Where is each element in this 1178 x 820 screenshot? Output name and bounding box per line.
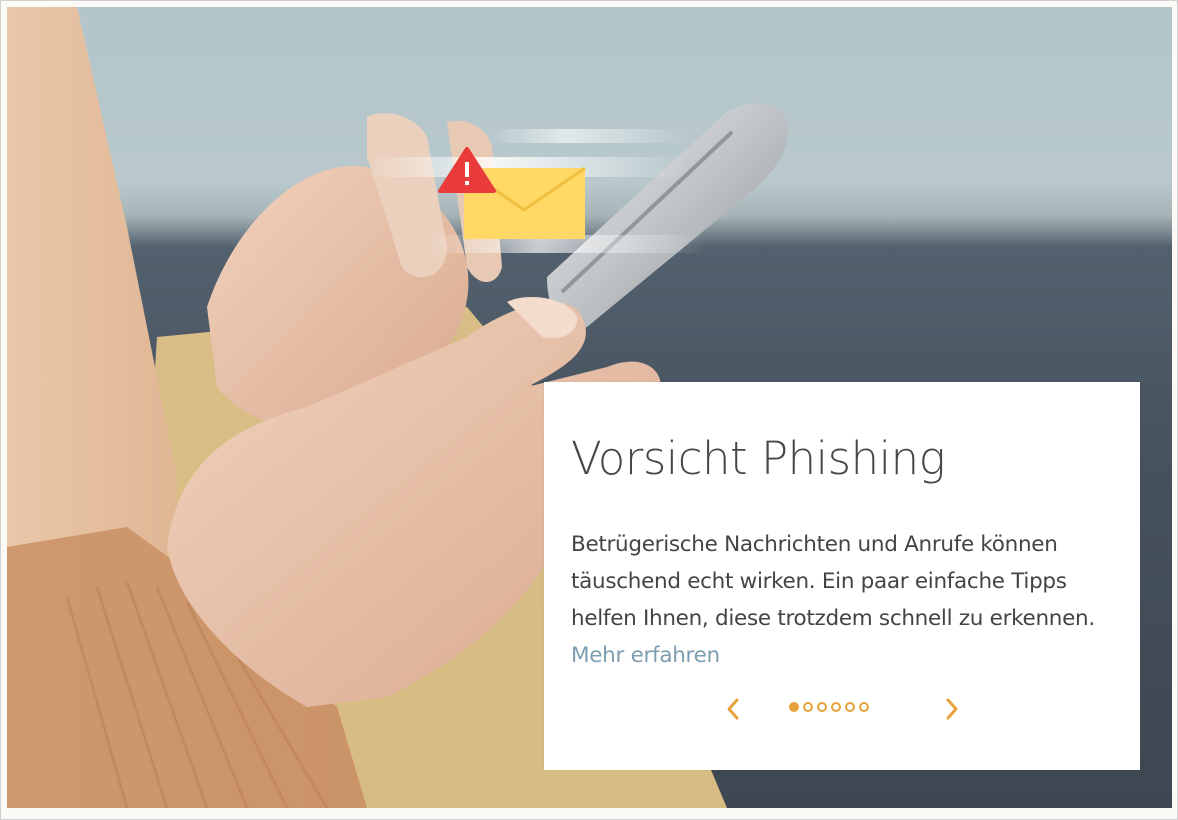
- slide-dot[interactable]: [789, 702, 799, 712]
- slide-dot[interactable]: [859, 702, 869, 712]
- previous-slide-button[interactable]: [720, 694, 746, 724]
- slide-text: Betrügerische Nachrichten und Anrufe kön…: [571, 526, 1131, 674]
- carousel-nav: [544, 694, 1140, 724]
- chevron-right-icon: [946, 698, 958, 720]
- slide-dot[interactable]: [817, 702, 827, 712]
- slide-indicators: [789, 702, 869, 712]
- slide-title: Vorsicht Phishing: [571, 432, 946, 485]
- chevron-left-icon: [727, 698, 739, 720]
- slide-description: Betrügerische Nachrichten und Anrufe kön…: [571, 532, 1095, 631]
- slide-dot[interactable]: [845, 702, 855, 712]
- slide-dot[interactable]: [831, 702, 841, 712]
- next-slide-button[interactable]: [939, 694, 965, 724]
- slide-dot[interactable]: [803, 702, 813, 712]
- slide-card: Vorsicht Phishing Betrügerische Nachrich…: [544, 382, 1140, 770]
- more-link[interactable]: Mehr erfahren: [571, 643, 720, 668]
